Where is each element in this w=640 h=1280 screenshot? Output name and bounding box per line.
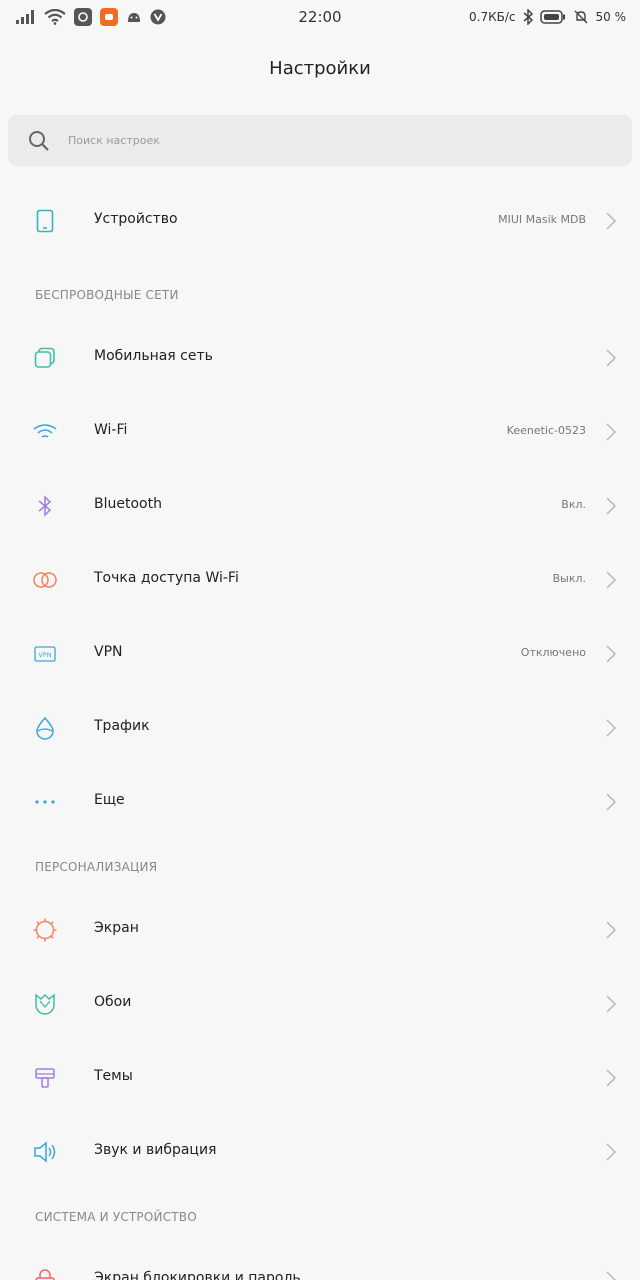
- section-header-wireless: БЕСПРОВОДНЫЕ СЕТИ: [35, 288, 179, 302]
- bluetooth-icon: [30, 493, 60, 519]
- settings-item-device[interactable]: Устройство MIUI Masik MDB: [0, 184, 640, 258]
- settings-item-wallpaper[interactable]: Обои: [0, 967, 640, 1041]
- settings-item-vpn[interactable]: VPN VPN Отключено: [0, 617, 640, 691]
- speaker-icon: [30, 1139, 60, 1165]
- item-value: Вкл.: [561, 498, 586, 511]
- settings-item-bluetooth[interactable]: Bluetooth Вкл.: [0, 469, 640, 543]
- item-label: Еще: [94, 792, 125, 808]
- item-label: Звук и вибрация: [94, 1142, 217, 1158]
- brush-icon: [30, 1065, 60, 1091]
- vpn-icon: VPN: [30, 641, 60, 667]
- network-speed: 0.7КБ/с: [469, 10, 516, 24]
- sun-icon: [30, 917, 60, 943]
- hotspot-icon: [30, 567, 60, 593]
- item-label: Обои: [94, 994, 132, 1010]
- chevron-right-icon: [604, 994, 618, 1014]
- chevron-right-icon: [604, 422, 618, 442]
- phone-icon: [30, 208, 60, 234]
- item-label: Экран: [94, 920, 139, 936]
- droplet-icon: [30, 715, 60, 741]
- item-label: Трафик: [94, 718, 150, 734]
- item-label: Мобильная сеть: [94, 348, 213, 364]
- settings-item-hotspot[interactable]: Точка доступа Wi-Fi Выкл.: [0, 543, 640, 617]
- chevron-right-icon: [604, 570, 618, 590]
- chevron-right-icon: [604, 211, 618, 231]
- battery-icon: [539, 10, 566, 24]
- chevron-right-icon: [604, 644, 618, 664]
- settings-item-themes[interactable]: Темы: [0, 1041, 640, 1115]
- mute-icon: [573, 9, 589, 25]
- svg-text:VPN: VPN: [38, 651, 51, 659]
- chevron-right-icon: [604, 1068, 618, 1088]
- chevron-right-icon: [604, 1142, 618, 1162]
- settings-item-lock-screen[interactable]: Экран блокировки и пароль: [0, 1243, 640, 1280]
- lock-icon: [30, 1267, 60, 1280]
- settings-item-mobile-network[interactable]: Мобильная сеть: [0, 321, 640, 395]
- settings-item-more[interactable]: Еще: [0, 765, 640, 839]
- item-label: Темы: [94, 1068, 133, 1084]
- search-icon: [28, 130, 50, 152]
- chevron-right-icon: [604, 1270, 618, 1280]
- status-right: 0.7КБ/с 50 %: [469, 6, 626, 28]
- chevron-right-icon: [604, 496, 618, 516]
- item-label: Экран блокировки и пароль: [94, 1270, 301, 1280]
- page-title: Настройки: [269, 58, 371, 79]
- status-bar: 22:00 0.7КБ/с 50 %: [0, 0, 640, 34]
- chevron-right-icon: [604, 920, 618, 940]
- chevron-right-icon: [604, 718, 618, 738]
- search-input[interactable]: [68, 125, 608, 156]
- item-value: Отключено: [520, 646, 586, 659]
- tulip-icon: [30, 991, 60, 1017]
- settings-item-sound[interactable]: Звук и вибрация: [0, 1115, 640, 1189]
- section-header-personalization: ПЕРСОНАЛИЗАЦИЯ: [35, 860, 158, 874]
- battery-percent: 50 %: [595, 10, 627, 24]
- chevron-right-icon: [604, 348, 618, 368]
- item-label: Точка доступа Wi-Fi: [94, 570, 239, 586]
- sim-icon: [30, 345, 60, 371]
- section-header-system: СИСТЕМА И УСТРОЙСТВО: [35, 1210, 197, 1224]
- settings-item-traffic[interactable]: Трафик: [0, 691, 640, 765]
- wifi-icon: [30, 419, 60, 445]
- item-label: Bluetooth: [94, 496, 162, 512]
- settings-item-wifi[interactable]: Wi-Fi Keenetic-0523: [0, 395, 640, 469]
- chevron-right-icon: [604, 792, 618, 812]
- more-icon: [30, 789, 60, 815]
- item-label: VPN: [94, 644, 123, 660]
- item-label: Устройство: [94, 211, 178, 227]
- item-label: Wi-Fi: [94, 422, 128, 438]
- bluetooth-icon: [523, 9, 533, 25]
- search-bar[interactable]: [8, 115, 632, 166]
- item-value: MIUI Masik MDB: [498, 213, 586, 226]
- settings-item-screen[interactable]: Экран: [0, 893, 640, 967]
- item-value: Выкл.: [552, 572, 586, 585]
- item-value: Keenetic-0523: [506, 424, 586, 437]
